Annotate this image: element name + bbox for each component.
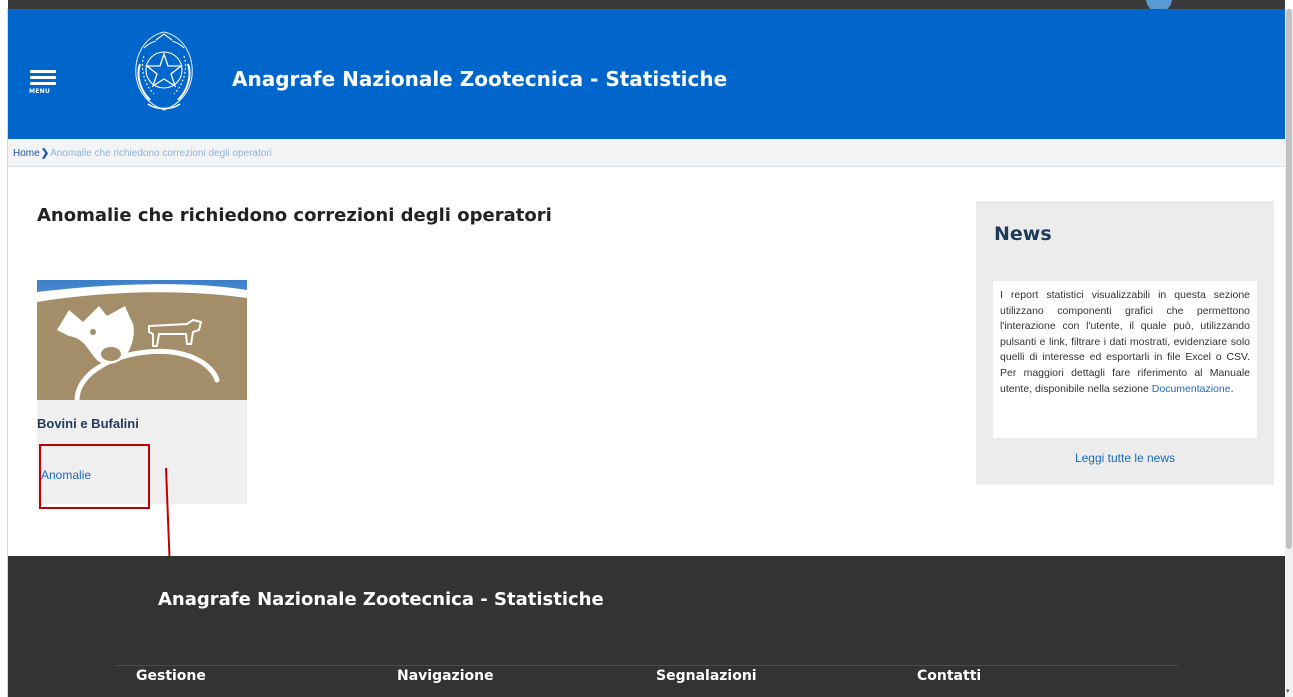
page-scrollbar[interactable]: ▾ <box>1285 9 1293 697</box>
scrollbar-thumb[interactable] <box>1286 9 1292 549</box>
footer-title: Anagrafe Nazionale Zootecnica - Statisti… <box>158 589 604 610</box>
browser-top-strip <box>0 0 1293 12</box>
left-frame-edge <box>0 9 8 697</box>
site-header: MENU Anagrafe Nazionale Zootecnica - Sta… <box>8 9 1285 139</box>
menu-label: MENU <box>29 88 51 95</box>
news-title: News <box>994 223 1052 245</box>
footer-divider <box>116 665 1178 666</box>
chevron-right-icon: ❯ <box>40 148 50 159</box>
news-body: I report statistici visualizzabili in qu… <box>993 281 1257 438</box>
all-news-link[interactable]: Leggi tutte le news <box>976 451 1274 465</box>
hamburger-bar <box>30 76 56 79</box>
top-dark-bar <box>8 0 1285 9</box>
italian-republic-emblem[interactable] <box>126 24 202 116</box>
footer-col-segnalazioni[interactable]: Segnalazioni <box>656 668 757 684</box>
footer-col-contatti[interactable]: Contatti <box>917 668 981 684</box>
breadcrumb-home-link[interactable]: Home <box>13 148 40 159</box>
news-text: I report statistici visualizzabili in qu… <box>1000 289 1250 395</box>
footer-col-gestione[interactable]: Gestione <box>136 668 206 684</box>
breadcrumb: Home❯Anomalie che richiedono correzioni … <box>8 139 1285 167</box>
footer-col-navigazione[interactable]: Navigazione <box>397 668 494 684</box>
annotation-highlight-box <box>39 444 150 509</box>
menu-button[interactable]: MENU <box>28 66 60 98</box>
hamburger-bar <box>30 82 56 85</box>
page-title: Anomalie che richiedono correzioni degli… <box>37 205 552 226</box>
hamburger-menu-icon <box>30 70 56 73</box>
news-text-end: . <box>1230 382 1234 395</box>
breadcrumb-current: Anomalie che richiedono correzioni degli… <box>50 148 272 159</box>
documentazione-link[interactable]: Documentazione <box>1152 383 1231 395</box>
card-title: Bovini e Bufalini <box>37 416 139 431</box>
cattle-illustration <box>37 280 247 400</box>
scroll-down-icon[interactable]: ▾ <box>1286 687 1290 695</box>
site-footer: Anagrafe Nazionale Zootecnica - Statisti… <box>8 556 1285 697</box>
news-panel: News I report statistici visualizzabili … <box>976 201 1274 485</box>
site-title[interactable]: Anagrafe Nazionale Zootecnica - Statisti… <box>232 67 727 91</box>
